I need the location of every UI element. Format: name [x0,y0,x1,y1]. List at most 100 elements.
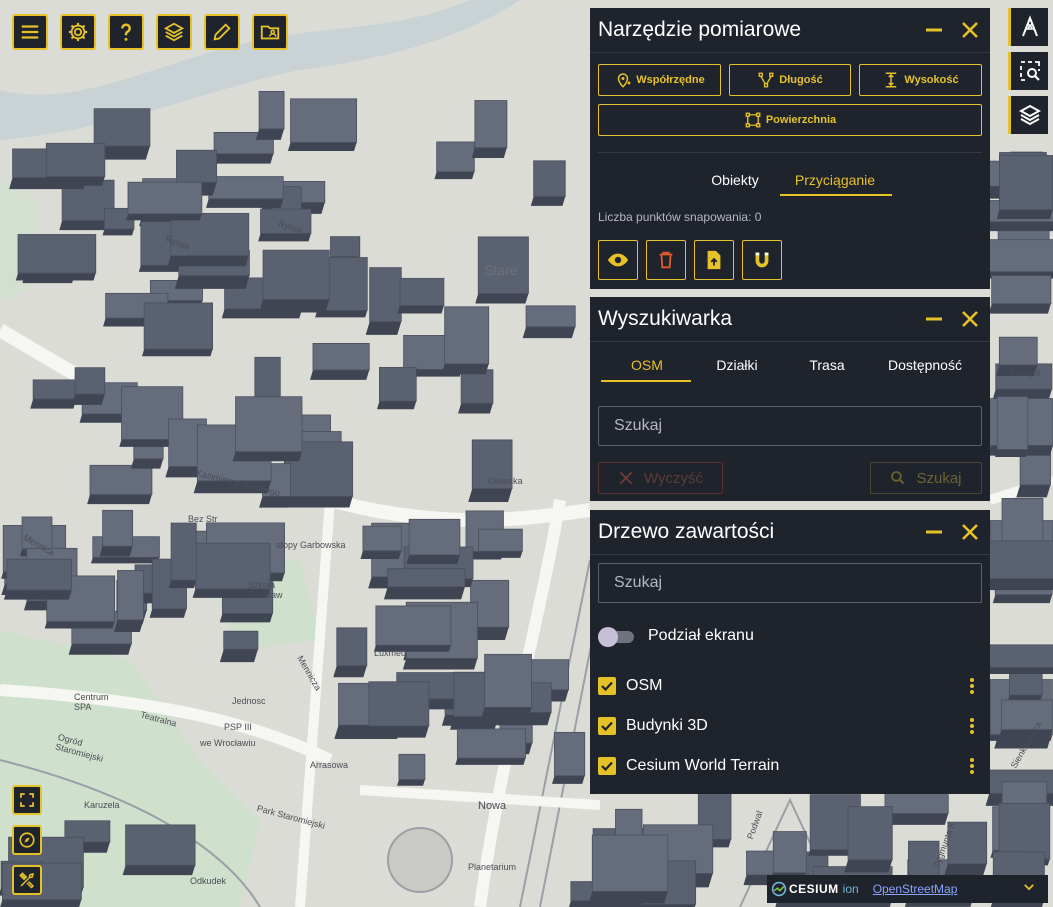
building-roof [32,379,77,400]
area-button[interactable]: Powierzchnia [598,104,982,136]
building-roof [484,653,532,708]
snap-magnet-button[interactable] [742,240,782,280]
measure-panel-title: Narzędzie pomiarowe [598,18,802,41]
building-side [87,494,152,505]
eye-icon [607,253,629,267]
building-roof [772,831,807,874]
close-button[interactable] [958,18,982,42]
fullscreen-icon [20,793,34,807]
help-button[interactable] [108,14,144,50]
visibility-button[interactable] [598,240,638,280]
building-roof [170,522,197,581]
minimize-button[interactable] [922,307,946,331]
layers-button[interactable] [156,14,192,50]
tab-objects[interactable]: Obiekty [690,172,780,188]
layer-checkbox[interactable] [598,677,616,695]
map-label: Nowa [478,800,507,812]
search-panel-header: Wyszukiwarka [590,297,990,342]
building-side [552,775,585,784]
osm-attribution-link[interactable]: OpenStreetMap [873,882,958,896]
magnet-icon [755,252,769,268]
split-screen-toggle[interactable]: Podział ekranu [598,626,754,647]
toggle-switch[interactable] [598,626,636,647]
more-vertical-icon [970,718,974,734]
layer-checkbox[interactable] [598,717,616,735]
layer-row-terrain: Cesium World Terrain [598,754,982,778]
minimize-button[interactable] [922,18,946,42]
building-roof [398,753,426,781]
building-side [232,451,303,462]
building-side [988,303,1051,314]
expand-attribution-button[interactable] [1022,880,1036,899]
check-icon [601,761,613,772]
tab-route[interactable]: Trasa [782,357,872,373]
zoom-area-icon [1019,61,1040,81]
tab-parcels[interactable]: Działki [692,357,782,373]
building-side [149,608,187,618]
building-roof [988,540,1053,580]
map-label: Purkyni [1010,368,1041,378]
layer-options-button[interactable] [962,714,982,738]
tools-button[interactable] [12,865,42,895]
measure-tool-button[interactable] [1008,8,1048,46]
minimize-button[interactable] [922,520,946,544]
delete-button[interactable] [646,240,686,280]
building-side [985,578,1053,591]
layer-checkbox[interactable] [598,757,616,775]
layer-row-osm: OSM [598,674,982,698]
map-label: we Wrocławiu [200,738,256,748]
draw-button[interactable] [204,14,240,50]
length-button[interactable]: Długość [729,64,851,96]
upload-button[interactable] [694,240,734,280]
folder-button[interactable] [252,14,288,50]
building-side [468,488,513,502]
building-side [15,273,96,281]
building-side [333,665,367,678]
coordinates-button[interactable]: Współrzędne [598,64,721,96]
building-roof [89,464,153,495]
fullscreen-button[interactable] [12,785,42,815]
layer-options-button[interactable] [962,754,982,778]
building-side [365,725,429,738]
tab-snapping[interactable]: Przyciąganie [780,172,890,188]
clear-button[interactable]: Wyczyść [598,462,723,494]
building-roof [93,108,151,147]
menu-icon [21,25,39,39]
tab-accessibility[interactable]: Dostępność [872,357,978,373]
map-label: Luxmed [374,648,407,658]
search-input[interactable] [598,406,982,446]
menu-button[interactable] [12,14,48,50]
building-roof [436,141,475,173]
building-side [434,171,475,180]
tab-osm[interactable]: OSM [602,357,692,373]
building-roof [6,558,73,591]
settings-button[interactable] [60,14,96,50]
measure-panel-header: Narzędzie pomiarowe [590,8,990,53]
building-side [402,658,478,670]
building-side [383,586,465,600]
layer-options-button[interactable] [962,674,982,698]
chevron-down-icon [1024,883,1034,890]
building-side [259,496,291,508]
close-icon [962,22,978,38]
map-label: Arrasowa [310,760,349,770]
height-button[interactable]: Wysokość [859,64,982,96]
building-side [309,370,370,380]
close-button[interactable] [958,307,982,331]
building-roof [999,155,1053,211]
compass-icon [19,832,35,848]
map-label: Centrum SPA [74,692,109,712]
search-button[interactable]: Szukaj [870,462,982,494]
polyline-icon [758,72,774,88]
cesium-logo[interactable]: CESIUM ion [771,881,859,897]
zoom-area-tool-button[interactable] [1008,52,1048,90]
cesium-logo-icon [771,881,787,897]
map-label: Stare [484,262,518,278]
building-roof [387,568,466,588]
layers-tool-button[interactable] [1008,96,1048,134]
building-side [219,649,258,663]
layer-search-input[interactable] [598,563,982,603]
close-button[interactable] [958,520,982,544]
compass-button[interactable] [12,825,42,855]
check-icon [601,721,613,732]
